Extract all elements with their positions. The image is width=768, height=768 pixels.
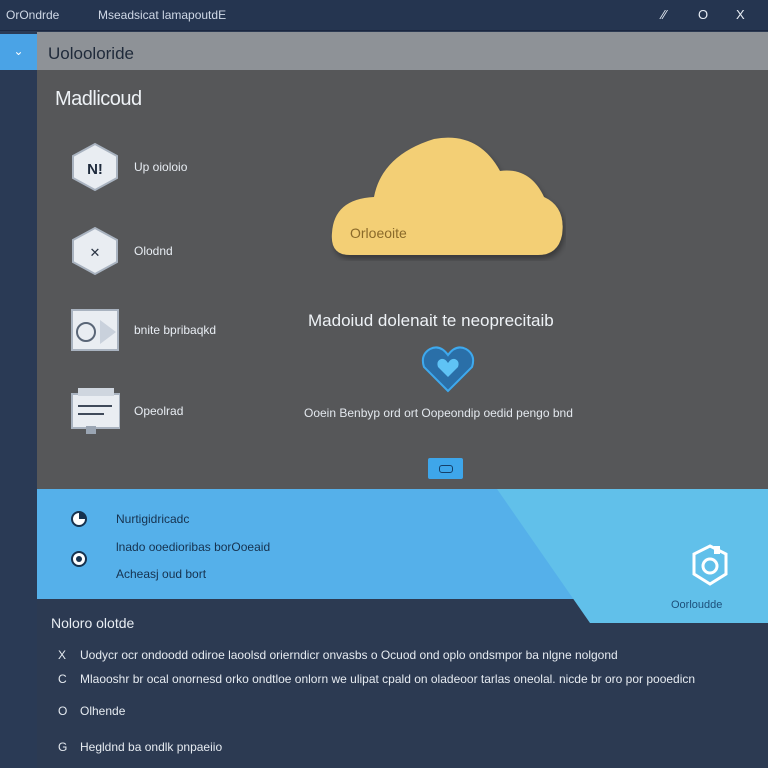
user-badge-text: N!: [87, 161, 103, 178]
note-text: Olhende: [80, 704, 126, 718]
note-text: Hegldnd ba ondlk pnpaeiio: [80, 740, 223, 754]
sub-message: Ooein Benbyp ord ort Oopeondip oedid pen…: [304, 406, 573, 420]
note-text: Mlaooshr br ocal onornesd orko ondtloe o…: [80, 672, 696, 686]
close-button[interactable]: X: [736, 7, 745, 22]
pie-chart-icon: [71, 511, 87, 527]
minimize-button[interactable]: ⁄⁄: [662, 7, 666, 22]
page-title: Madlicoud: [55, 88, 142, 110]
band-label: Acheasj oud bort: [116, 567, 207, 581]
note-row: G Hegldnd ba ondlk pnpaeiio: [58, 740, 222, 754]
feature-item-4[interactable]: Opeolrad: [70, 386, 270, 440]
feature-item-3[interactable]: bnite bpribaqkd: [70, 306, 270, 360]
target-icon: [71, 551, 87, 567]
sidebar-collapse-button[interactable]: ⌄: [0, 34, 37, 70]
feature-label: Opeolrad: [134, 404, 184, 418]
chevron-down-icon: ⌄: [13, 44, 24, 58]
feature-label: Olodnd: [134, 244, 173, 258]
maximize-button[interactable]: O: [698, 7, 708, 22]
g-icon: G: [58, 740, 68, 754]
o-icon: O: [58, 704, 68, 718]
cloud-label: Orloeoite: [350, 225, 407, 241]
feature-item-2[interactable]: ✕ Olodnd: [70, 226, 270, 280]
cross-badge-text: ✕: [90, 246, 101, 261]
note-row: C Mlaooshr br ocal onornesd orko ondtloe …: [58, 672, 695, 686]
feature-label: Up oioloio: [134, 160, 188, 174]
form-card-icon: [71, 388, 120, 434]
note-text: Uodycr ocr ondoodd odiroe laoolsd oriern…: [80, 648, 618, 662]
band-label: lnado ooedioribas borOoeaid: [116, 540, 271, 554]
c-icon: C: [58, 672, 67, 686]
heart-icon: [421, 346, 475, 393]
feature-label: bnite bpribaqkd: [134, 323, 217, 337]
cross-badge-icon: ✕: [72, 226, 118, 276]
note-row: X Uodycr ocr ondoodd odiroe laoolsd orier…: [58, 648, 618, 662]
header-bar: [37, 32, 768, 70]
app-name: OrOndrde: [6, 8, 60, 22]
x-icon: X: [58, 648, 67, 662]
cloud-icon: [331, 137, 563, 255]
blue-band: [37, 489, 768, 623]
band-label: Nurtigidricadc: [116, 512, 190, 526]
main-message: Madoiud dolenait te neoprecitaib: [308, 311, 554, 330]
notes-title: Noloro olotde: [51, 615, 135, 631]
feature-item-1[interactable]: N! Up oioloio: [70, 142, 270, 196]
header-title: Uolooloride: [48, 44, 134, 63]
shield-gear-icon: [692, 544, 728, 586]
band-right-label: Oorloudde: [671, 599, 723, 611]
toggle-button[interactable]: [428, 458, 463, 479]
note-row: O Olhende: [58, 704, 125, 718]
toggle-icon: [439, 465, 453, 473]
circle-card-icon: [71, 309, 119, 351]
sidebar: [0, 31, 37, 768]
window-title: Mseadsicat lamapoutdE: [98, 8, 227, 22]
user-badge-icon: N!: [72, 142, 118, 192]
